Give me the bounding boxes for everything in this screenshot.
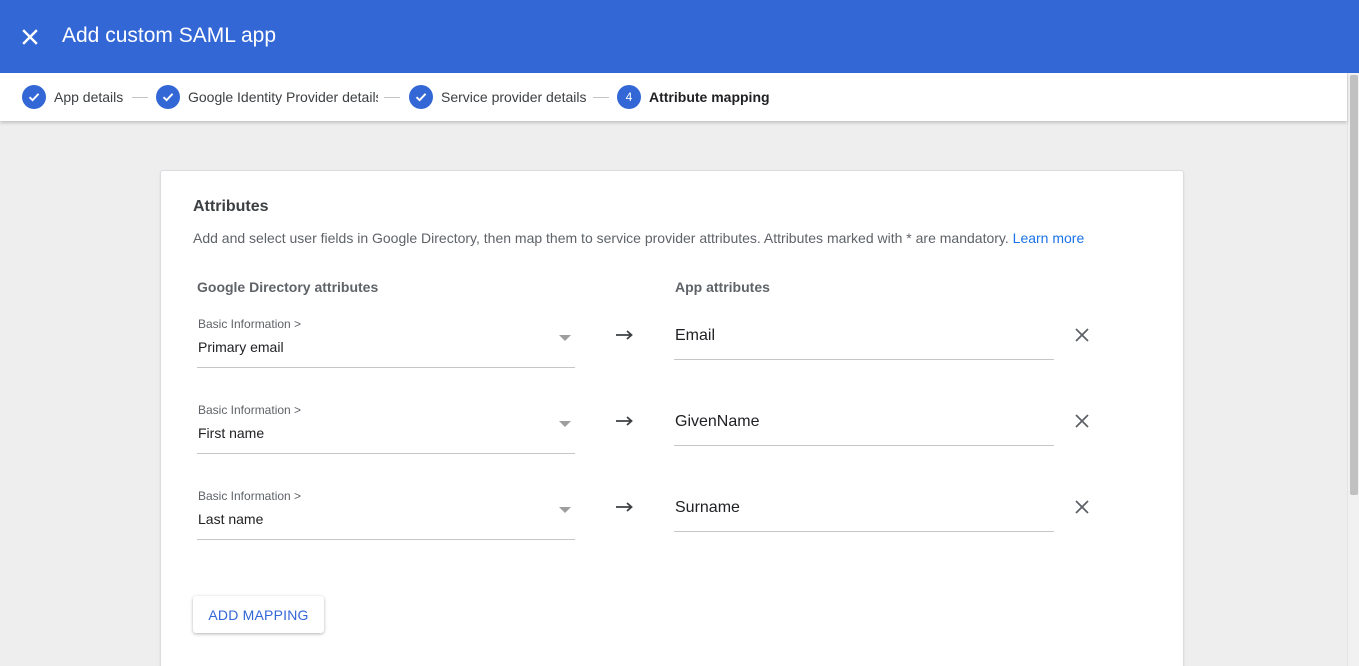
mapping-row: Basic Information > Primary email Email: [161, 314, 1185, 374]
scrollbar[interactable]: [1347, 73, 1359, 666]
remove-mapping-icon[interactable]: [1071, 324, 1093, 346]
step-service-provider-details[interactable]: Service provider details: [409, 84, 587, 110]
step-number: 4: [625, 90, 633, 104]
step-attribute-mapping[interactable]: 4 Attribute mapping: [617, 84, 770, 110]
dropdown-value: Primary email: [198, 339, 284, 355]
dropdown-arrow-icon: [559, 335, 571, 341]
card-title: Attributes: [193, 198, 269, 215]
directory-attribute-dropdown[interactable]: Basic Information > Last name: [197, 486, 575, 540]
arrow-right-icon: [615, 500, 635, 514]
directory-attribute-dropdown[interactable]: Basic Information > Primary email: [197, 314, 575, 368]
dropdown-category: Basic Information >: [198, 317, 302, 331]
directory-attributes-header: Google Directory attributes: [197, 279, 379, 295]
step-label: Google Identity Provider details: [188, 89, 378, 105]
check-icon: [22, 85, 46, 109]
app-header: Add custom SAML app: [0, 0, 1359, 73]
mapping-row: Basic Information > First name GivenName: [161, 400, 1185, 460]
learn-more-link[interactable]: Learn more: [1013, 230, 1085, 246]
step-label: Attribute mapping: [649, 89, 770, 105]
check-icon: [409, 85, 433, 109]
app-attribute-input[interactable]: GivenName: [674, 410, 1054, 446]
dropdown-value: Last name: [198, 511, 264, 527]
step-connector: [132, 97, 148, 98]
step-label: Service provider details: [441, 89, 587, 105]
directory-attribute-dropdown[interactable]: Basic Information > First name: [197, 400, 575, 454]
remove-mapping-icon[interactable]: [1071, 410, 1093, 432]
step-connector: [384, 97, 400, 98]
close-icon[interactable]: [14, 21, 46, 53]
card-description: Add and select user fields in Google Dir…: [193, 230, 1084, 246]
dropdown-category: Basic Information >: [198, 403, 302, 417]
stepper: App details Google Identity Provider det…: [0, 73, 1347, 121]
description-text: Add and select user fields in Google Dir…: [193, 230, 1009, 246]
arrow-right-icon: [615, 414, 635, 428]
arrow-right-icon: [615, 328, 635, 342]
dropdown-arrow-icon: [559, 421, 571, 427]
step-app-details[interactable]: App details: [22, 84, 123, 110]
attributes-card: Attributes Add and select user fields in…: [160, 170, 1184, 666]
app-attribute-input[interactable]: Email: [674, 324, 1054, 360]
app-attributes-header: App attributes: [675, 279, 770, 295]
scrollbar-thumb[interactable]: [1350, 75, 1358, 495]
app-attribute-input[interactable]: Surname: [674, 496, 1054, 532]
add-mapping-button[interactable]: ADD MAPPING: [193, 596, 324, 633]
dropdown-value: First name: [198, 425, 265, 441]
dropdown-category: Basic Information >: [198, 489, 302, 503]
page-title: Add custom SAML app: [62, 24, 276, 47]
mapping-row: Basic Information > Last name Surname: [161, 486, 1185, 546]
step-identity-provider-details[interactable]: Google Identity Provider details: [156, 84, 378, 110]
step-label: App details: [54, 89, 124, 105]
remove-mapping-icon[interactable]: [1071, 496, 1093, 518]
check-icon: [156, 85, 180, 109]
step-connector: [593, 97, 609, 98]
dropdown-arrow-icon: [559, 507, 571, 513]
step-number-badge: 4: [617, 85, 641, 109]
